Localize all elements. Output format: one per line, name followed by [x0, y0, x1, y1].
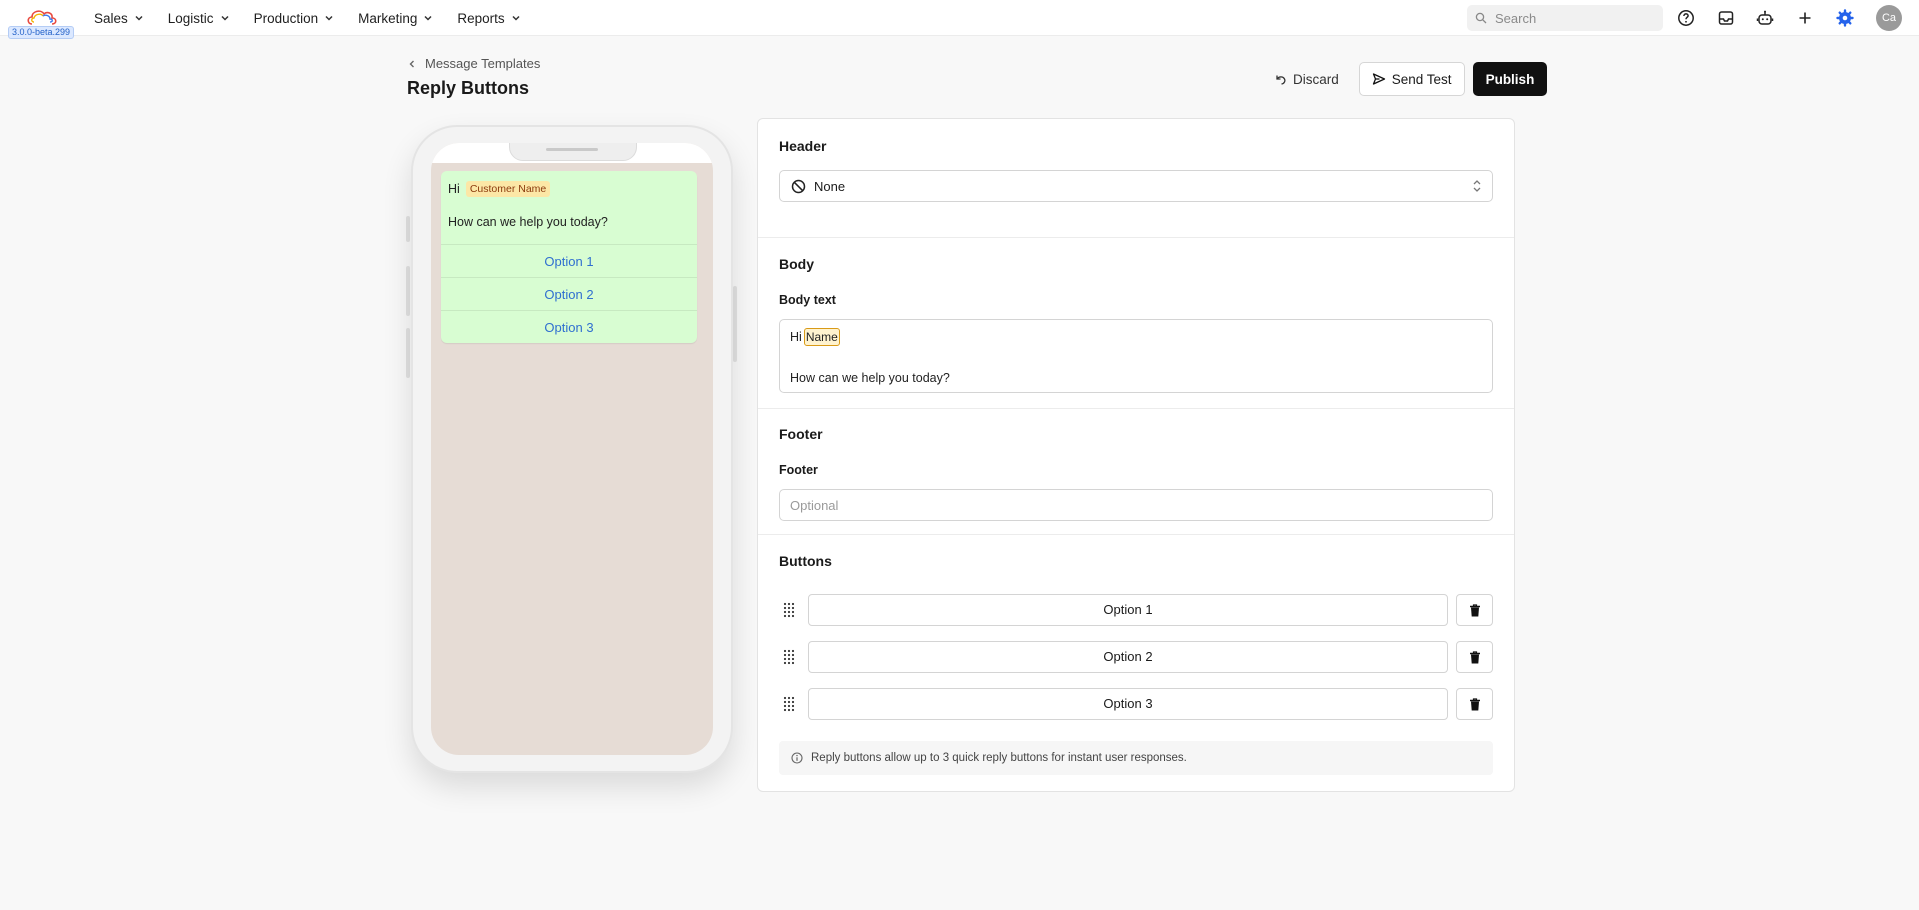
preview-greeting: Hi [448, 182, 460, 196]
phone-screen: Hi Customer Name How can we help you tod… [431, 143, 713, 755]
chevron-down-icon [325, 15, 333, 21]
buttons-info-note: Reply buttons allow up to 3 quick reply … [779, 741, 1493, 775]
discard-label: Discard [1293, 71, 1339, 87]
send-test-label: Send Test [1391, 71, 1452, 87]
body-first-line: Hi Name [790, 328, 840, 346]
section-divider [758, 534, 1514, 535]
nav-label: Logistic [167, 10, 214, 26]
preview-greeting-line: Hi Customer Name [448, 181, 551, 197]
phone-preview: Hi Customer Name How can we help you tod… [411, 125, 733, 773]
nav-label: Marketing [358, 10, 418, 26]
trash-icon [1469, 603, 1480, 616]
preview-variable-tag: Customer Name [465, 181, 551, 197]
phone-side-button [406, 216, 410, 242]
header-actions: Discard Send Test Publish [1262, 62, 1548, 96]
reply-button-input[interactable]: Option 1 [808, 594, 1448, 626]
reply-button-row: Option 1 [779, 594, 1493, 626]
message-bubble: Hi Customer Name How can we help you tod… [441, 171, 697, 343]
header-section-title: Header [779, 138, 827, 154]
phone-notch [509, 143, 637, 161]
nav-label: Reports [457, 10, 505, 26]
reply-button-row: Option 2 [779, 641, 1493, 673]
version-badge: 3.0.0-beta.299 [8, 26, 75, 39]
trash-icon [1469, 697, 1480, 710]
body-section-title: Body [779, 256, 814, 272]
send-test-button[interactable]: Send Test [1358, 62, 1465, 96]
top-navigation-bar: 3.0.0-beta.299 Sales Logistic Production… [0, 0, 1919, 39]
info-icon [791, 752, 803, 764]
section-divider [758, 237, 1514, 238]
body-second-line: How can we help you today? [790, 371, 950, 385]
user-avatar[interactable]: Ca [1876, 5, 1902, 31]
template-form-card: Header None Body Body text Hi Name How c… [757, 118, 1515, 792]
breadcrumb-label: Message Templates [425, 56, 541, 71]
body-text-field[interactable]: Hi Name How can we help you today? [779, 319, 1493, 393]
section-divider [758, 408, 1514, 409]
page-title: Reply Buttons [407, 78, 530, 98]
help-circle-icon[interactable] [1676, 8, 1696, 28]
main-nav: Sales Logistic Production Marketing Repo… [94, 0, 521, 36]
preview-option-button[interactable]: Option 3 [441, 310, 697, 343]
header-type-value: None [814, 178, 846, 194]
plus-icon[interactable] [1795, 8, 1815, 28]
inbox-icon[interactable] [1716, 8, 1736, 28]
buttons-info-text: Reply buttons allow up to 3 quick reply … [811, 752, 1187, 764]
breadcrumb-back-link[interactable]: Message Templates [407, 56, 540, 71]
cloud-logo-icon [27, 10, 57, 25]
reply-button-input[interactable]: Option 3 [808, 688, 1448, 720]
drag-handle-icon[interactable] [783, 696, 795, 712]
publish-button[interactable]: Publish [1472, 62, 1548, 96]
undo-icon [1276, 75, 1286, 85]
header-type-select[interactable]: None [779, 170, 1493, 202]
reply-button-input[interactable]: Option 2 [808, 641, 1448, 673]
nav-marketing[interactable]: Marketing [358, 11, 433, 26]
chevron-down-icon [512, 15, 520, 21]
body-variable-chip[interactable]: Name [803, 328, 840, 346]
footer-input[interactable] [779, 489, 1493, 521]
drag-handle-icon[interactable] [783, 649, 795, 665]
ban-icon [791, 179, 806, 193]
send-icon [1372, 73, 1385, 85]
preview-option-button[interactable]: Option 2 [441, 277, 697, 310]
chevron-down-icon [221, 15, 229, 21]
chevron-up-down-icon [1473, 180, 1481, 192]
app-logo[interactable]: 3.0.0-beta.299 [4, 4, 75, 39]
nav-label: Sales [94, 10, 128, 26]
preview-body-text: How can we help you today? [448, 215, 608, 229]
phone-side-button [733, 286, 737, 362]
body-greeting: Hi [790, 330, 802, 344]
preview-option-button[interactable]: Option 1 [441, 244, 697, 277]
phone-side-button [406, 328, 410, 378]
body-text-label: Body text [779, 293, 836, 307]
phone-side-button [406, 266, 410, 316]
footer-section-title: Footer [779, 426, 823, 442]
search-icon [1475, 12, 1487, 24]
drag-handle-icon[interactable] [783, 602, 795, 618]
search-box[interactable] [1467, 5, 1663, 31]
discard-button[interactable]: Discard [1262, 62, 1351, 96]
footer-label: Footer [779, 463, 818, 477]
nav-sales[interactable]: Sales [94, 11, 144, 26]
phone-speaker [546, 148, 598, 151]
delete-button[interactable] [1456, 688, 1493, 720]
bot-icon[interactable] [1755, 8, 1775, 28]
delete-button[interactable] [1456, 641, 1493, 673]
delete-button[interactable] [1456, 594, 1493, 626]
nav-reports[interactable]: Reports [457, 11, 520, 26]
reply-button-row: Option 3 [779, 688, 1493, 720]
chevron-down-icon [424, 15, 432, 21]
chevron-down-icon [135, 15, 143, 21]
nav-production[interactable]: Production [254, 11, 335, 26]
nav-label: Production [253, 10, 319, 26]
chevron-left-icon [409, 60, 414, 67]
gear-icon[interactable] [1835, 8, 1855, 28]
buttons-section-title: Buttons [779, 553, 832, 569]
nav-logistic[interactable]: Logistic [168, 11, 230, 26]
trash-icon [1469, 650, 1480, 663]
search-input[interactable] [1495, 10, 1645, 26]
